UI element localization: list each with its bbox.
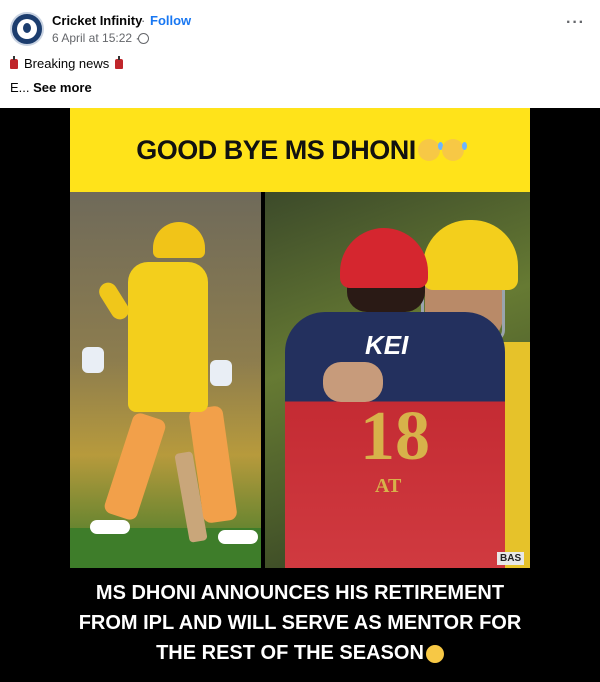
follow-button[interactable]: Follow [150, 13, 191, 28]
announcement-line-2: FROM IPL AND WILL SERVE AS MENTOR FOR [78, 612, 522, 634]
post-timestamp[interactable]: 6 April at 15:22 · [52, 31, 139, 45]
bas-tag: BAS [497, 552, 525, 565]
headline-text: GOOD BYE MS DHONI [136, 134, 416, 165]
jersey-name: AT [375, 475, 402, 497]
player-jersey [128, 262, 208, 412]
hugging-hand [323, 362, 383, 402]
helmet [153, 222, 205, 258]
page-avatar[interactable] [10, 12, 44, 46]
see-more-link[interactable]: See more [33, 80, 92, 95]
post-media[interactable]: GOOD BYE MS DHONI KEI 18 AT BAS MS DHONI… [0, 108, 600, 682]
batting-glove-left [82, 347, 104, 373]
red-cap [340, 228, 428, 288]
hug-photo: KEI 18 AT BAS [265, 192, 530, 568]
sad-face-emoji-icon [425, 644, 444, 663]
fez-emoji-icon [115, 55, 124, 69]
announcement-text: MS DHONI ANNOUNCES HIS RETIREMENT FROM I… [70, 578, 530, 668]
more-options-icon[interactable]: ··· [566, 14, 585, 32]
headline-band: GOOD BYE MS DHONI [70, 108, 530, 192]
caption-truncated-text: E... [10, 80, 30, 95]
caption-breaking-news: Breaking news [24, 56, 110, 71]
media-image[interactable]: GOOD BYE MS DHONI KEI 18 AT BAS MS DHONI… [70, 108, 530, 682]
caption-line-2: E... See more [10, 80, 92, 95]
shoe-left [90, 520, 130, 534]
leg-pad-left [102, 411, 168, 522]
caption-line-1: Breaking news [10, 55, 124, 71]
dhoni-walking-photo [70, 192, 261, 568]
sad-face-emoji-icon [417, 139, 443, 161]
separator-dot: · [141, 13, 146, 28]
player-arm [95, 279, 133, 323]
jersey-sponsor-text: KEI [365, 330, 409, 360]
fez-emoji-icon [10, 55, 18, 69]
announcement-line-3: THE REST OF THE SEASON [70, 638, 530, 668]
jersey-number: 18 [360, 398, 430, 475]
globe-icon [138, 33, 149, 44]
shoe-right [218, 530, 258, 544]
post-header: Cricket Infinity · Follow 6 April at 15:… [0, 0, 600, 108]
announcement-line-1: MS DHONI ANNOUNCES HIS RETIREMENT [95, 582, 505, 604]
yellow-helmet [423, 220, 518, 290]
page-name-link[interactable]: Cricket Infinity [52, 13, 142, 28]
sad-face-emoji-icon [441, 139, 467, 161]
announcement-line-3-text: THE REST OF THE SEASON [156, 642, 424, 664]
cricket-logo-icon [17, 19, 37, 39]
batting-glove-right [210, 360, 232, 386]
